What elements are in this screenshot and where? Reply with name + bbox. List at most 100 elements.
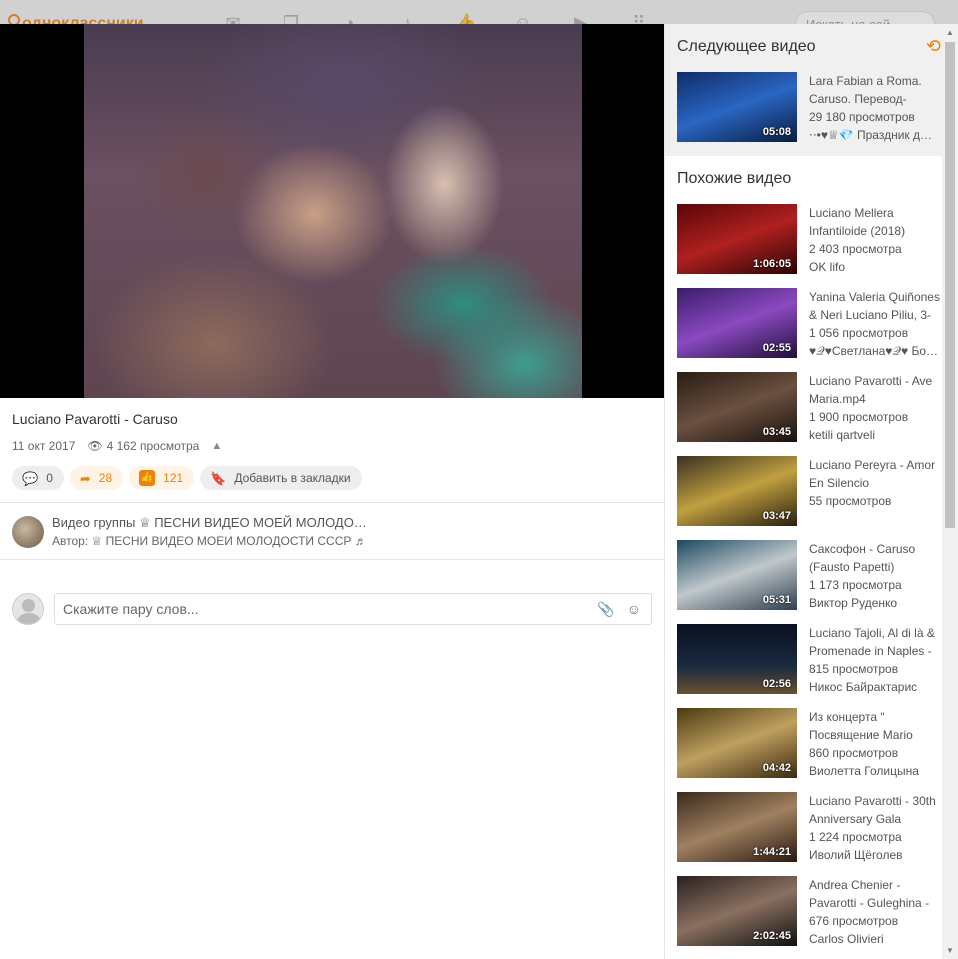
video-thumbnail[interactable]: 03:47: [677, 456, 797, 526]
similar-video-item[interactable]: 03:45 Luciano Pavarotti - Ave Maria.mp4 1 9…: [677, 372, 942, 442]
autoplay-toggle-icon[interactable]: ⟲: [926, 36, 941, 57]
share-icon: ➦: [79, 470, 91, 486]
group-info[interactable]: Видео группы ♕ ПЕСНИ ВИДЕО МОЕЙ МОЛОДО… …: [12, 515, 367, 548]
video-views: 2 403 просмотра: [809, 242, 902, 256]
video-date: 11 окт 2017: [12, 439, 76, 453]
video-views: 1 224 просмотра: [809, 830, 902, 844]
scrollbar[interactable]: ▲ ▼: [942, 24, 958, 959]
video-duration: 04:42: [762, 762, 791, 774]
like-button[interactable]: 👍 121: [129, 466, 195, 490]
video-views: 29 180 просмотров: [809, 110, 915, 124]
video-channel[interactable]: Никос Байрактарис: [809, 678, 942, 696]
thumbs-up-icon: 👍: [139, 470, 156, 486]
video-title-line1[interactable]: Luciano Tajoli, Al di là &: [809, 624, 942, 642]
video-duration: 05:08: [762, 126, 791, 138]
eye-icon: 👁: [87, 439, 103, 453]
video-title-line2[interactable]: Infantiloide (2018): [809, 222, 942, 240]
scroll-up-icon[interactable]: ▲: [946, 28, 954, 37]
similar-video-item[interactable]: 02:55 Yanina Valeria Quiñones & Neri Lucia…: [677, 288, 942, 358]
similar-videos-heading: Похожие видео: [677, 170, 792, 187]
video-title-line2[interactable]: Pavarotti - Guleghina -: [809, 894, 942, 912]
similar-video-item[interactable]: 05:31 Саксофон - Caruso (Fausto Papetti) 1 …: [677, 540, 942, 610]
video-title-line1[interactable]: Саксофон - Caruso: [809, 540, 942, 558]
video-title-line1[interactable]: Andrea Chenier -: [809, 876, 942, 894]
similar-video-item[interactable]: 1:44:21 Luciano Pavarotti - 30th Anniversa…: [677, 792, 942, 862]
views-count: 4 162 просмотра: [106, 439, 200, 453]
video-thumbnail[interactable]: 1:44:21: [677, 792, 797, 862]
group-avatar[interactable]: [12, 515, 44, 548]
video-actions: 💬 0 ➦ 28 👍 121 🔖 Добавить в закладки: [12, 466, 362, 490]
video-thumbnail[interactable]: 02:56: [677, 624, 797, 694]
video-title-line2[interactable]: Maria.mp4: [809, 390, 942, 408]
video-title-line1[interactable]: Luciano Pavarotti - 30th: [809, 792, 942, 810]
similar-video-item[interactable]: 2:02:45 Andrea Chenier - Pavarotti - Guleg…: [677, 876, 942, 946]
video-channel[interactable]: Иволий Щёголев: [809, 846, 942, 864]
similar-video-item[interactable]: 03:47 Luciano Pereyra - Amor En Silencio 55…: [677, 456, 942, 526]
video-modal: Luciano Pavarotti - Caruso 11 окт 2017 👁…: [0, 24, 958, 959]
video-title-line2[interactable]: (Fausto Papetti): [809, 558, 942, 576]
video-channel[interactable]: Carlos Olivieri: [809, 930, 942, 948]
video-channel[interactable]: ketili qartveli: [809, 426, 942, 444]
video-duration: 2:02:45: [753, 930, 791, 942]
video-duration: 1:44:21: [753, 846, 791, 858]
scrollbar-thumb[interactable]: [945, 42, 955, 528]
bookmark-icon: 🔖: [210, 470, 227, 486]
group-name[interactable]: Видео группы ♕ ПЕСНИ ВИДЕО МОЕЙ МОЛОДО…: [52, 515, 367, 531]
video-frame[interactable]: [84, 24, 582, 398]
likes-count: 121: [163, 471, 184, 485]
video-title-line1[interactable]: Luciano Mellera: [809, 204, 942, 222]
smiley-icon[interactable]: ☺: [627, 601, 641, 618]
video-views: 1 056 просмотров: [809, 326, 909, 340]
similar-video-item[interactable]: 1:06:05 Luciano Mellera Infantiloide (2018…: [677, 204, 942, 274]
video-title-line1[interactable]: Из концерта ": [809, 708, 942, 726]
video-channel[interactable]: Виолетта Голицына: [809, 762, 942, 780]
video-thumbnail[interactable]: 05:08: [677, 72, 797, 142]
video-title-line2[interactable]: Caruso. Перевод-: [809, 90, 942, 108]
video-player[interactable]: [0, 24, 664, 398]
video-title-line2[interactable]: Посвящение Mario: [809, 726, 942, 744]
video-channel[interactable]: OK lifo: [809, 258, 942, 276]
scroll-down-icon[interactable]: ▼: [946, 946, 954, 955]
group-author[interactable]: Автор: ♕ ПЕСНИ ВИДЕО МОЕИ МОЛОДОСТИ СССР…: [52, 534, 367, 548]
comment-box: Скажите пару слов... 📎 ☺: [12, 593, 652, 625]
video-title-line1[interactable]: Yanina Valeria Quiñones: [809, 288, 942, 306]
similar-video-item[interactable]: 02:56 Luciano Tajoli, Al di là & Promenade…: [677, 624, 942, 694]
video-duration: 03:47: [762, 510, 791, 522]
video-thumbnail[interactable]: 2:02:45: [677, 876, 797, 946]
video-views: 676 просмотров: [809, 914, 899, 928]
comments-button[interactable]: 💬 0: [12, 466, 64, 490]
video-duration: 02:56: [762, 678, 791, 690]
video-thumbnail[interactable]: 1:06:05: [677, 204, 797, 274]
video-thumbnail[interactable]: 05:31: [677, 540, 797, 610]
bookmark-button[interactable]: 🔖 Добавить в закладки: [200, 466, 362, 490]
video-duration: 03:45: [762, 426, 791, 438]
video-title-line2[interactable]: Anniversary Gala: [809, 810, 942, 828]
video-title-line1[interactable]: Luciano Pereyra - Amor: [809, 456, 942, 474]
attach-icon[interactable]: 📎: [597, 601, 614, 618]
video-title-line2[interactable]: En Silencio: [809, 474, 942, 492]
similar-video-item[interactable]: 04:42 Из концерта " Посвящение Mario 860 пр…: [677, 708, 942, 778]
next-video-heading: Следующее видео: [677, 38, 816, 55]
video-channel[interactable]: ♥𝒬♥Светлана♥𝒬♥ Бо…: [809, 342, 942, 360]
video-duration: 1:06:05: [753, 258, 791, 270]
modal-backdrop: [0, 0, 958, 24]
video-title-line1[interactable]: Lara Fabian a Roma.: [809, 72, 942, 90]
share-button[interactable]: ➦ 28: [69, 466, 124, 490]
video-thumbnail[interactable]: 04:42: [677, 708, 797, 778]
divider: [0, 559, 664, 560]
video-thumbnail[interactable]: 02:55: [677, 288, 797, 358]
video-title-line1[interactable]: Luciano Pavarotti - Ave: [809, 372, 942, 390]
video-thumbnail[interactable]: 03:45: [677, 372, 797, 442]
video-duration: 05:31: [762, 594, 791, 606]
video-title-line2[interactable]: & Neri Luciano Piliu, 3-: [809, 306, 942, 324]
video-channel[interactable]: Виктор Руденко: [809, 594, 942, 612]
next-video-item[interactable]: 05:08 Lara Fabian a Roma. Caruso. Перево…: [677, 72, 942, 142]
video-channel[interactable]: ⋅⋅•♥♕💎 Праздник д…: [809, 126, 942, 144]
video-title-line2[interactable]: Promenade in Naples -: [809, 642, 942, 660]
report-icon[interactable]: ▲: [211, 440, 222, 452]
user-avatar: [12, 593, 44, 625]
video-views: 1 900 просмотров: [809, 410, 909, 424]
video-views: 👁 4 162 просмотра: [87, 439, 199, 453]
comment-input[interactable]: Скажите пару слов... 📎 ☺: [54, 593, 652, 625]
video-meta: 11 окт 2017 👁 4 162 просмотра ▲: [12, 439, 222, 453]
